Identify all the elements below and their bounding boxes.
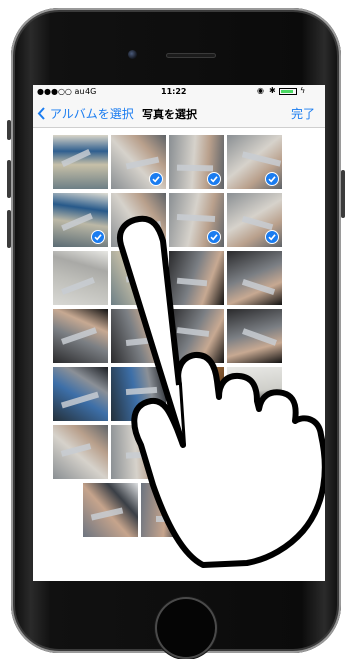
earpiece-speaker bbox=[166, 53, 216, 58]
phone-screen: ●●●○○ au 4G 11:22 ◉ ✱ ϟ アルバムを選択 写真を選択 完了 bbox=[33, 85, 325, 581]
mute-switch[interactable] bbox=[7, 120, 11, 140]
home-button[interactable] bbox=[157, 599, 215, 657]
front-camera bbox=[128, 50, 137, 59]
power-button[interactable] bbox=[341, 170, 345, 218]
volume-down-button[interactable] bbox=[7, 210, 11, 248]
volume-up-button[interactable] bbox=[7, 160, 11, 198]
pointing-hand-icon bbox=[117, 215, 325, 568]
